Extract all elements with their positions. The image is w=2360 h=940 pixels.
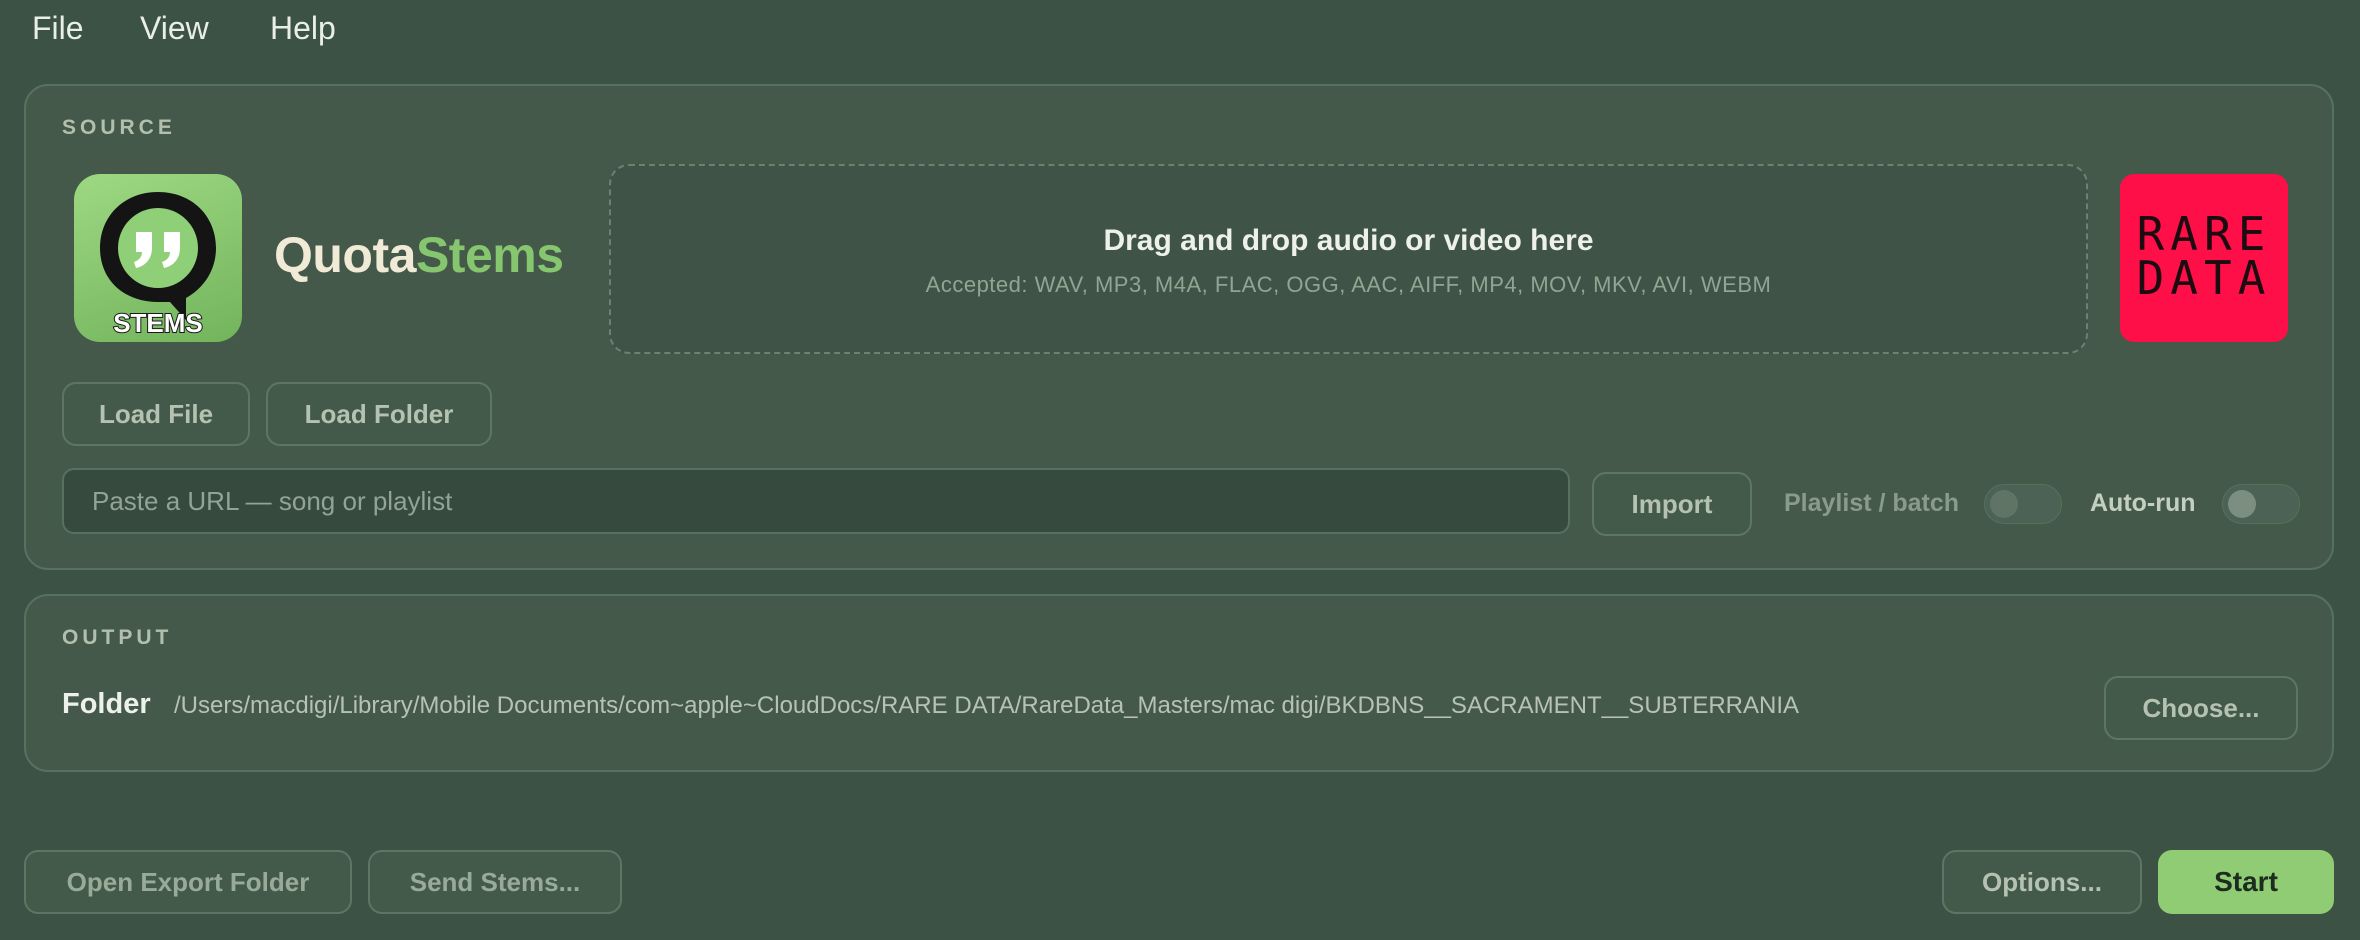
logo-line-2: DATA: [2136, 251, 2272, 305]
playlist-batch-toggle[interactable]: [1984, 484, 2062, 524]
open-export-folder-button[interactable]: Open Export Folder: [24, 850, 352, 914]
quotastems-app-icon: STEMS: [74, 174, 242, 342]
quote-bubble-icon: STEMS: [100, 192, 216, 339]
logo-line-1: RARE: [2136, 207, 2272, 261]
drop-zone-title: Drag and drop audio or video here: [1103, 224, 1594, 257]
output-folder-path: /Users/macdigi/Library/Mobile Documents/…: [174, 692, 1800, 719]
menu-bar: File View Help: [0, 0, 2360, 62]
output-section-label: OUTPUT: [62, 626, 173, 649]
menu-file[interactable]: File: [32, 10, 84, 47]
app-icon-label: STEMS: [113, 308, 203, 338]
load-folder-button[interactable]: Load Folder: [266, 382, 492, 446]
source-panel: SOURCE STEMS QuotaStems Drag and drop au…: [24, 84, 2334, 570]
drop-zone[interactable]: Drag and drop audio or video here Accept…: [609, 164, 2088, 354]
brand-part-stems: Stems: [415, 227, 564, 283]
start-button[interactable]: Start: [2158, 850, 2334, 914]
output-panel: OUTPUT Folder /Users/macdigi/Library/Mob…: [24, 594, 2334, 772]
rare-data-logo: RARE DATA: [2120, 174, 2288, 342]
url-input[interactable]: Paste a URL — song or playlist: [62, 468, 1570, 534]
options-button[interactable]: Options...: [1942, 850, 2142, 914]
import-button[interactable]: Import: [1592, 472, 1752, 536]
folder-label: Folder: [62, 688, 151, 720]
source-section-label: SOURCE: [62, 116, 176, 139]
toggle-knob: [2228, 490, 2256, 518]
load-file-button[interactable]: Load File: [62, 382, 250, 446]
app-brand-name: QuotaStems: [274, 226, 564, 284]
choose-folder-button[interactable]: Choose...: [2104, 676, 2298, 740]
brand-part-quota: Quota: [274, 227, 416, 283]
toggle-knob: [1990, 490, 2018, 518]
auto-run-toggle[interactable]: [2222, 484, 2300, 524]
drop-zone-accepted-formats: Accepted: WAV, MP3, M4A, FLAC, OGG, AAC,…: [925, 272, 1772, 297]
menu-help[interactable]: Help: [270, 10, 336, 47]
menu-view[interactable]: View: [140, 10, 209, 47]
send-stems-button[interactable]: Send Stems...: [368, 850, 622, 914]
auto-run-label: Auto-run: [2090, 489, 2196, 517]
playlist-batch-label: Playlist / batch: [1784, 489, 1960, 517]
